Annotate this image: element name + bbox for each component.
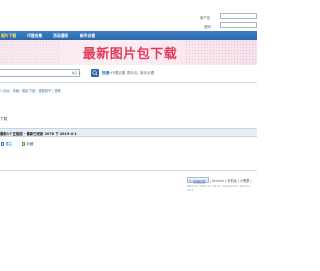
banner-pattern-right bbox=[185, 40, 257, 65]
search-scope-select[interactable]: 帖子 ▾ bbox=[72, 71, 80, 75]
breadcrumb[interactable]: 1 论坛 › 本版 › 图片下载 › 查看帖子 › 查看 bbox=[0, 88, 61, 93]
search-input[interactable] bbox=[0, 69, 80, 77]
username-input[interactable] bbox=[220, 13, 257, 19]
hot-search-item[interactable]: 新手必看 bbox=[140, 71, 154, 76]
promo-banner[interactable]: 最新图片包下载 bbox=[0, 40, 257, 65]
main-nav: 图片下载 代理合集 活动通知 新手必看 bbox=[0, 31, 257, 40]
checkbox-icon bbox=[22, 142, 26, 146]
option-label: 收藏 bbox=[26, 142, 34, 146]
option-favorite[interactable]: 收藏 bbox=[22, 142, 34, 147]
option-label: 楼主 bbox=[5, 142, 13, 146]
nav-item-proxy[interactable]: 代理合集 bbox=[27, 31, 42, 40]
hot-search-label: 热搜: bbox=[102, 70, 111, 75]
thread-title[interactable]: 最新1个正版图 - 最新已更新 2078 下 2019-4-1 bbox=[0, 131, 77, 136]
chevron-down-icon: ▾ bbox=[78, 70, 81, 75]
section-label: 下载 bbox=[0, 117, 8, 121]
banner-title: 最新图片包下载 bbox=[82, 47, 178, 62]
thread-header-bar: 最新1个正版图 - 最新已更新 2078 下 2019-4-1 bbox=[0, 128, 257, 137]
password-input[interactable] bbox=[220, 22, 257, 28]
username-label: 用户名 bbox=[200, 16, 211, 20]
search-icon bbox=[92, 70, 98, 76]
reply-icon: ✎ bbox=[189, 178, 192, 183]
nav-item-downloads[interactable]: 图片下载 bbox=[1, 31, 16, 40]
footer-timestamp: GMT+8, 2019-4-1 23:11, Powered by Discuz… bbox=[187, 184, 250, 192]
checkbox-icon bbox=[1, 142, 5, 146]
nav-item-guide[interactable]: 新手必看 bbox=[80, 31, 95, 40]
banner-pattern-left bbox=[0, 40, 60, 65]
password-label: 密码 bbox=[204, 25, 211, 29]
hot-search-item[interactable]: 图片包 bbox=[127, 71, 138, 76]
nav-item-notice[interactable]: 活动通知 bbox=[53, 31, 68, 40]
hot-search-item[interactable]: 代理合集 bbox=[111, 71, 125, 76]
divider bbox=[0, 82, 257, 83]
divider bbox=[0, 170, 257, 171]
quick-reply-button[interactable]: ✎ 快速回复 bbox=[187, 177, 209, 184]
search-button[interactable] bbox=[91, 69, 99, 77]
option-host[interactable]: 楼主 bbox=[1, 142, 13, 147]
footer-links[interactable]: | Archive | 手机版 | 小黑屋 | bbox=[210, 178, 251, 183]
